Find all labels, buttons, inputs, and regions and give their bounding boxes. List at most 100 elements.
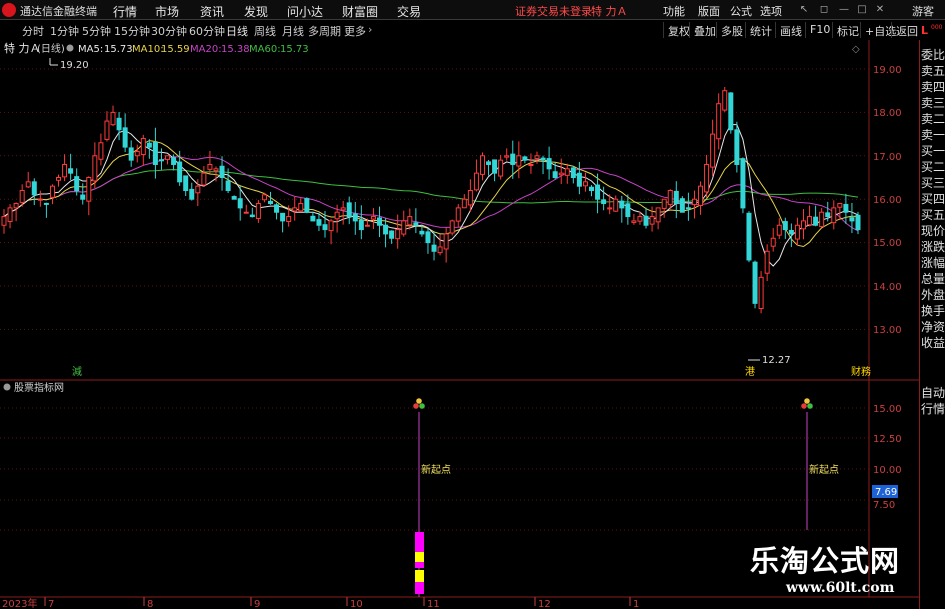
panel-item[interactable]: 卖五 [921, 64, 945, 79]
diamond-icon[interactable]: ◇ [852, 44, 860, 55]
candle-body [722, 90, 728, 111]
panel-item[interactable]: 涨跌 [921, 240, 945, 255]
candle-body [849, 217, 855, 222]
mark-button[interactable]: 标记 [832, 22, 862, 38]
candle-body [534, 155, 540, 159]
candle-body [304, 198, 310, 213]
panel-item[interactable]: 收益 [921, 336, 945, 351]
overlay-button[interactable]: 叠加 [689, 22, 719, 38]
panel-item[interactable]: 卖三 [921, 96, 945, 111]
tab-multi-period[interactable]: 多周期 [308, 23, 341, 39]
maximize-icon[interactable]: □ [856, 4, 868, 16]
chevron-right-icon[interactable]: › [368, 23, 372, 36]
kline-chart[interactable]: 特 力Ａ (日线) MA5: 15.73 MA10: 15.59 MA20: 1… [0, 40, 919, 609]
y-label: 18.00 [873, 108, 902, 119]
candle-body [855, 214, 861, 231]
menu-bar: 通达信金融终端 行情 市场 资讯 发现 问小达 财富圈 交易 证券交易未登录 特… [0, 0, 945, 20]
candle-body [782, 221, 788, 231]
menu-news[interactable]: 资讯 [200, 3, 224, 20]
y-label: 15.00 [873, 238, 902, 249]
tab-1min[interactable]: 1分钟 [50, 23, 79, 39]
menu-market[interactable]: 市场 [155, 3, 179, 20]
panel-item[interactable]: 卖一 [921, 128, 945, 143]
panel-item[interactable]: 净资 [921, 320, 945, 335]
minimize-icon[interactable]: — [838, 4, 850, 16]
y-label: 19.00 [873, 65, 902, 76]
panel-item[interactable]: 买一 [921, 144, 945, 159]
candle-body [649, 216, 655, 225]
signal-marker-2[interactable]: 新起点 [801, 398, 839, 530]
signal-marker-1[interactable]: 新起点 [413, 398, 451, 597]
ma10-label: MA10: [132, 44, 164, 55]
guest-label[interactable]: 游客 [912, 3, 934, 19]
candle-body [800, 220, 806, 230]
tab-60min[interactable]: 60分钟 [189, 23, 225, 39]
panel-item[interactable]: 买三 [921, 176, 945, 191]
tab-monthly[interactable]: 月线 [282, 23, 304, 39]
menu-function[interactable]: 功能 [663, 3, 685, 19]
draw-line-button[interactable]: 画线 [775, 22, 805, 38]
tab-more[interactable]: 更多 [344, 23, 366, 39]
menu-trade[interactable]: 交易 [397, 3, 421, 20]
statistics-button[interactable]: 统计 [745, 22, 775, 38]
panel-item[interactable]: 现价 [921, 224, 945, 239]
close-icon[interactable]: ✕ [874, 4, 886, 16]
candle-body [631, 220, 637, 223]
back-button[interactable]: 返回 [891, 22, 921, 38]
ma20-line [3, 156, 859, 232]
quote-toggle[interactable]: 行情 [921, 402, 945, 417]
menu-quotes[interactable]: 行情 [113, 3, 137, 20]
sub-settings-icon[interactable] [3, 383, 11, 391]
tab-30min[interactable]: 30分钟 [151, 23, 187, 39]
candle-body [794, 224, 800, 240]
login-status[interactable]: 证券交易未登录 [515, 3, 592, 19]
candle-body [358, 219, 364, 231]
panel-item[interactable]: 涨幅 [921, 256, 945, 271]
multi-stock-button[interactable]: 多股 [716, 22, 746, 38]
menu-discover[interactable]: 发现 [244, 3, 268, 20]
panel-item[interactable]: 卖二 [921, 112, 945, 127]
menu-layout[interactable]: 版面 [698, 3, 720, 19]
window-icon[interactable]: ◻ [818, 4, 830, 16]
candle-body [292, 207, 298, 212]
legend-settings-icon[interactable] [66, 44, 74, 52]
auto-toggle[interactable]: 自动 [921, 386, 945, 401]
candle-body [740, 158, 746, 209]
tab-daily[interactable]: 日线 [226, 23, 248, 39]
menu-formula[interactable]: 公式 [730, 3, 752, 19]
panel-item[interactable]: 买五 [921, 208, 945, 223]
panel-item[interactable]: 卖四 [921, 80, 945, 95]
tab-intraday[interactable]: 分时 [22, 23, 44, 39]
arrow-icon[interactable]: ↖ [798, 4, 810, 16]
candle-body [698, 185, 704, 206]
candle-body [443, 233, 449, 250]
candle-body [37, 198, 43, 201]
panel-item[interactable]: 委比 [921, 48, 945, 63]
menu-options[interactable]: 选项 [760, 3, 782, 19]
candle-body [140, 137, 146, 156]
panel-item[interactable]: 买四 [921, 192, 945, 207]
candle-body [80, 194, 86, 200]
menu-ask-xiaoda[interactable]: 问小达 [287, 3, 323, 20]
event-tag-reduce[interactable]: 減 [72, 365, 82, 378]
panel-item[interactable]: 外盘 [921, 288, 945, 303]
candle-body [413, 222, 419, 226]
panel-item[interactable]: 换手 [921, 304, 945, 319]
signal-label: 新起点 [809, 463, 839, 476]
f10-button[interactable]: F10 [805, 22, 833, 38]
ma60-line [3, 169, 859, 218]
menu-wealth-circle[interactable]: 财富圈 [342, 3, 378, 20]
candle-body [564, 168, 570, 176]
panel-item[interactable]: 总量 [921, 272, 945, 287]
candle-body [673, 190, 679, 205]
candle-body [595, 184, 601, 200]
tab-5min[interactable]: 5分钟 [82, 23, 111, 39]
candle-body [643, 215, 649, 226]
event-tag-finance[interactable]: 财務 [851, 365, 871, 378]
candle-body [98, 142, 104, 160]
low-price-label: 12.27 [762, 355, 791, 366]
tab-weekly[interactable]: 周线 [254, 23, 276, 39]
event-tag-hk[interactable]: 港 [745, 366, 755, 378]
tab-15min[interactable]: 15分钟 [114, 23, 150, 39]
panel-item[interactable]: 买二 [921, 160, 945, 175]
